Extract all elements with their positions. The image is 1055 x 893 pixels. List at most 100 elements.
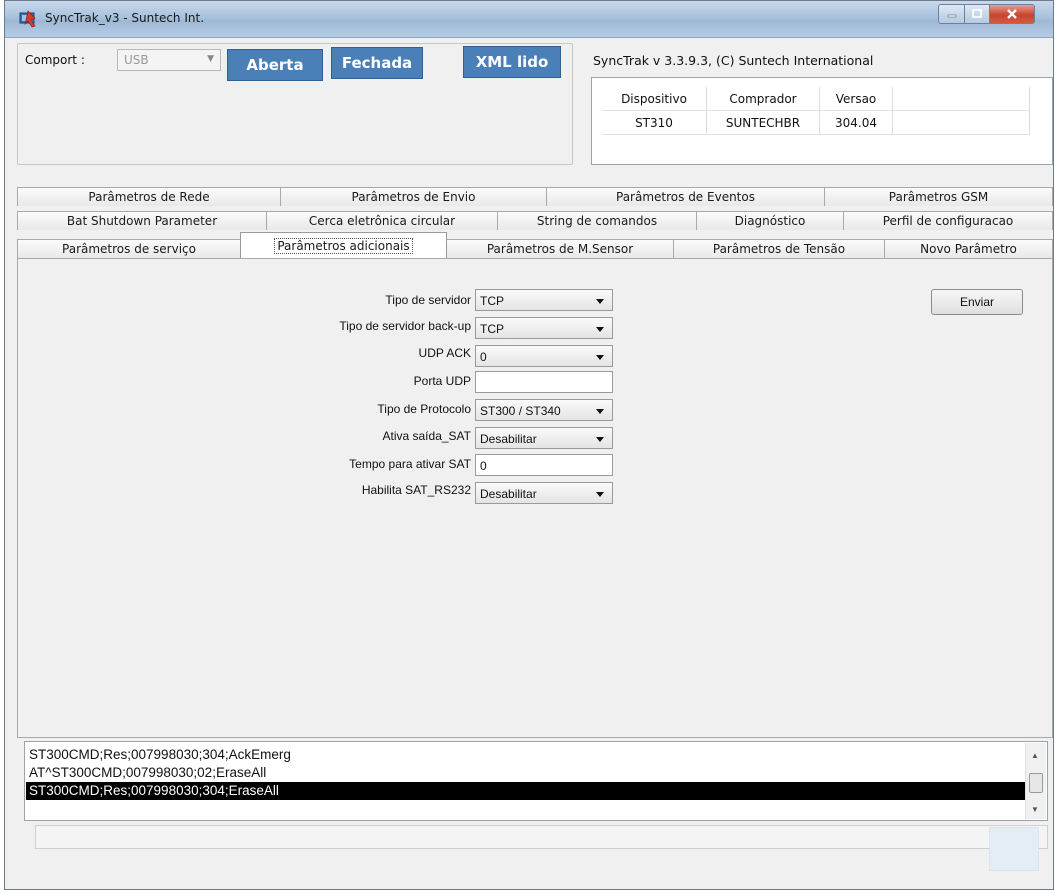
tab-label: Bat Shutdown Parameter — [66, 214, 218, 228]
tab-label: Novo Parâmetro — [920, 242, 1017, 256]
list-item-selected[interactable]: ST300CMD;Res;007998030;304;EraseAll — [26, 782, 1028, 800]
select-value: Desabilitar — [480, 487, 537, 501]
tab-parametros-de-tensao[interactable]: Parâmetros de Tensão — [673, 239, 885, 258]
status-indicator — [989, 827, 1039, 871]
tipo-de-servidor-select[interactable]: TCP — [475, 289, 613, 311]
device-info-table: Dispositivo Comprador Versao ST310 SUNTE… — [591, 77, 1053, 165]
window-title: SyncTrak_v3 - Suntech Int. — [45, 11, 205, 25]
enviar-button[interactable]: Enviar — [931, 289, 1023, 315]
table-cell: 304.04 — [819, 110, 893, 135]
maximize-button[interactable] — [964, 4, 990, 24]
tab-label: Parâmetros de M.Sensor — [486, 242, 634, 256]
minimize-button[interactable] — [938, 4, 965, 24]
list-item[interactable]: AT^ST300CMD;007998030;02;EraseAll — [29, 764, 266, 782]
select-value: TCP — [480, 322, 504, 336]
column-header: Versao — [819, 87, 893, 111]
table-cell: SUNTECHBR — [706, 110, 820, 135]
column-header: Comprador — [706, 87, 820, 111]
chevron-down-icon — [596, 299, 604, 304]
tempo-para-ativar-sat-input[interactable]: 0 — [475, 454, 613, 476]
tab-string-de-comandos[interactable]: String de comandos — [497, 211, 697, 230]
chevron-down-icon — [596, 409, 604, 414]
tab-row-2: Bat Shutdown Parameter Cerca eletrônica … — [17, 211, 1053, 230]
select-value: ST300 / ST340 — [480, 404, 561, 418]
chevron-down-icon — [596, 327, 604, 332]
tab-label: Parâmetros de Envio — [351, 190, 476, 204]
select-value: TCP — [480, 294, 504, 308]
tab-parametros-de-envio[interactable]: Parâmetros de Envio — [280, 187, 547, 206]
chevron-down-icon: ▼ — [207, 54, 214, 64]
tab-parametros-gsm[interactable]: Parâmetros GSM — [824, 187, 1053, 206]
tab-row-1: Parâmetros de Rede Parâmetros de Envio P… — [17, 187, 1053, 206]
udp-ack-label: UDP ACK — [418, 346, 471, 360]
tipo-de-servidor-label: Tipo de servidor — [385, 293, 471, 307]
column-header — [892, 87, 1030, 111]
chevron-down-icon — [596, 492, 604, 497]
tab-bat-shutdown-parameter[interactable]: Bat Shutdown Parameter — [17, 211, 267, 230]
tab-parametros-de-rede[interactable]: Parâmetros de Rede — [17, 187, 281, 206]
title-bar[interactable]: SyncTrak_v3 - Suntech Int. — [5, 1, 1053, 38]
tipo-de-protocolo-label: Tipo de Protocolo — [377, 402, 471, 416]
comport-select[interactable]: USB ▼ — [117, 49, 221, 71]
habilita-sat-rs232-label: Habilita SAT_RS232 — [361, 483, 471, 497]
minimize-icon — [947, 14, 956, 18]
app-icon — [19, 10, 36, 28]
aberta-button[interactable]: Aberta — [227, 49, 323, 81]
select-value: Desabilitar — [480, 432, 537, 446]
habilita-sat-rs232-select[interactable]: Desabilitar — [475, 482, 613, 504]
log-scrollbar[interactable]: ▲ ▼ — [1025, 743, 1046, 819]
xml-lido-button[interactable]: XML lido — [463, 46, 561, 78]
maximize-icon — [972, 9, 982, 18]
main-window: SyncTrak_v3 - Suntech Int. Comport : USB… — [4, 0, 1054, 890]
tab-parametros-de-m-sensor[interactable]: Parâmetros de M.Sensor — [446, 239, 674, 258]
tab-label: Cerca eletrônica circular — [308, 214, 456, 228]
tab-label: Perfil de configuracao — [882, 214, 1014, 228]
tab-label: Parâmetros de Tensão — [712, 242, 846, 256]
table-cell — [892, 110, 1030, 135]
chevron-down-icon — [596, 355, 604, 360]
close-icon — [1007, 9, 1017, 19]
tipo-de-servidor-backup-select[interactable]: TCP — [475, 317, 613, 339]
tab-label: Parâmetros GSM — [888, 190, 989, 204]
udp-ack-select[interactable]: 0 — [475, 345, 613, 367]
log-list[interactable]: ST300CMD;Res;007998030;304;AckEmerg AT^S… — [24, 741, 1048, 821]
tab-parametros-de-servico[interactable]: Parâmetros de serviço — [17, 239, 241, 258]
tab-label: Parâmetros de Eventos — [616, 190, 755, 204]
version-text: SyncTrak v 3.3.9.3, (C) Suntech Internat… — [593, 53, 874, 68]
comport-label: Comport : — [25, 53, 85, 67]
tempo-para-ativar-sat-label: Tempo para ativar SAT — [349, 457, 471, 471]
porta-udp-input[interactable] — [475, 371, 613, 393]
tab-label: Diagnóstico — [734, 214, 806, 228]
tab-diagnostico[interactable]: Diagnóstico — [696, 211, 844, 230]
tab-parametros-de-eventos[interactable]: Parâmetros de Eventos — [546, 187, 825, 206]
status-bar — [35, 825, 1048, 849]
fechada-button[interactable]: Fechada — [331, 47, 423, 79]
table-header-row: Dispositivo Comprador Versao — [602, 87, 1030, 111]
list-item[interactable]: ST300CMD;Res;007998030;304;AckEmerg — [29, 746, 291, 764]
device-table: Dispositivo Comprador Versao ST310 SUNTE… — [602, 87, 1030, 135]
comport-value: USB — [124, 53, 149, 67]
select-value: 0 — [480, 350, 487, 364]
porta-udp-label: Porta UDP — [413, 374, 471, 388]
tab-label: Parâmetros de Rede — [88, 190, 210, 204]
table-cell: ST310 — [602, 110, 707, 135]
tab-parametros-adicionais[interactable]: Parâmetros adicionais — [240, 232, 447, 258]
tab-perfil-de-configuracao[interactable]: Perfil de configuracao — [843, 211, 1053, 230]
tab-row-3: Parâmetros de serviço Parâmetros adicion… — [17, 232, 1053, 258]
scrollbar-thumb[interactable] — [1029, 773, 1043, 793]
scroll-up-icon[interactable]: ▲ — [1031, 751, 1039, 760]
chevron-down-icon — [596, 437, 604, 442]
column-header: Dispositivo — [602, 87, 707, 111]
tipo-de-servidor-backup-label: Tipo de servidor back-up — [339, 319, 471, 333]
scroll-down-icon[interactable]: ▼ — [1031, 805, 1039, 814]
ativa-saida-sat-select[interactable]: Desabilitar — [475, 427, 613, 449]
close-button[interactable] — [989, 4, 1035, 24]
ativa-saida-sat-label: Ativa saída_SAT — [382, 429, 472, 443]
tab-label: Parâmetros de serviço — [62, 242, 196, 256]
tipo-de-protocolo-select[interactable]: ST300 / ST340 — [475, 399, 613, 421]
table-row[interactable]: ST310 SUNTECHBR 304.04 — [602, 110, 1030, 135]
tab-novo-parametro[interactable]: Novo Parâmetro — [884, 239, 1053, 258]
tab-label: Parâmetros adicionais — [274, 237, 413, 254]
tab-label: String de comandos — [536, 214, 658, 228]
tab-cerca-eletronica-circular[interactable]: Cerca eletrônica circular — [266, 211, 498, 230]
